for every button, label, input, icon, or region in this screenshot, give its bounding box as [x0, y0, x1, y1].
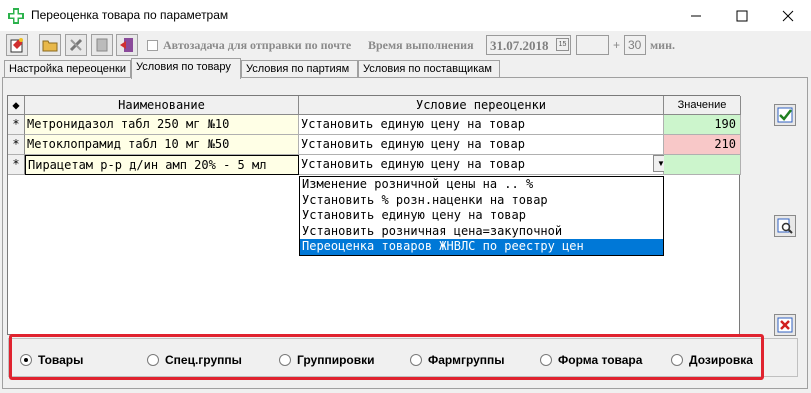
search-button[interactable]	[774, 215, 796, 237]
dropdown-option[interactable]: Установить розничная цена=закупочной	[300, 224, 663, 240]
maximize-icon	[736, 10, 748, 21]
delete-button[interactable]	[774, 314, 796, 336]
conditions-grid: ◆ Наименование Условие переоценки Значен…	[7, 95, 741, 335]
open-button[interactable]	[39, 34, 61, 56]
auto-task-checkbox[interactable]	[147, 40, 158, 51]
condition-combobox[interactable]: Установить единую цену на товар	[299, 155, 664, 175]
new-document-icon	[10, 38, 23, 53]
row-name[interactable]: Пирацетам р-р д/ин амп 20% - 5 мл	[25, 155, 299, 175]
calendar-icon[interactable]: 15	[556, 38, 569, 51]
condition-dropdown-list: Изменение розничной цены на .. % Установ…	[299, 176, 664, 256]
row-value[interactable]: 210	[664, 135, 741, 155]
row-condition[interactable]: Установить единую цену на товар	[299, 135, 664, 155]
exec-time-label: Время выполнения	[368, 38, 474, 52]
blank-button[interactable]	[91, 34, 113, 56]
apply-button[interactable]	[774, 104, 796, 126]
document-icon	[96, 38, 108, 52]
minimize-icon	[691, 15, 701, 16]
combobox-value: Установить единую цену на товар	[301, 157, 525, 171]
minutes-label: мин.	[650, 38, 676, 52]
dropdown-option[interactable]: Переоценка товаров ЖНВЛС по реестру цен	[300, 239, 663, 255]
toolbar: Автозадача для отправки по почте Время в…	[0, 31, 811, 59]
exit-button[interactable]	[116, 34, 138, 56]
row-marker[interactable]: *	[8, 115, 25, 135]
highlight-annotation	[9, 334, 764, 380]
minutes-field[interactable]: 30	[624, 35, 646, 55]
tab-supplier-conditions[interactable]: Условия по поставщикам	[358, 60, 500, 78]
close-button[interactable]	[765, 0, 811, 31]
hours-field[interactable]	[576, 35, 609, 55]
tab-strip: Настройка переоценки Условия по товару У…	[0, 58, 811, 79]
tab-product-conditions[interactable]: Условия по товару	[131, 58, 241, 79]
tools-icon	[69, 38, 83, 52]
window-title: Переоценка товара по параметрам	[31, 8, 229, 22]
row-marker[interactable]: *	[8, 155, 25, 175]
header-name[interactable]: Наименование	[25, 96, 299, 115]
delete-icon	[777, 317, 793, 333]
dropdown-option[interactable]: Установить единую цену на товар	[300, 208, 663, 224]
dropdown-option[interactable]: Установить % розн.наценки на товар	[300, 193, 663, 209]
exit-door-icon	[120, 38, 133, 52]
plus-label: +	[613, 38, 621, 52]
search-icon	[777, 218, 793, 234]
row-condition[interactable]: Установить единую цену на товар	[299, 115, 664, 135]
folder-icon	[42, 40, 58, 52]
maximize-button[interactable]	[719, 0, 765, 31]
header-value[interactable]: Значение	[664, 96, 741, 115]
grid-corner: ◆	[8, 96, 25, 115]
row-value[interactable]	[664, 155, 741, 175]
check-icon	[777, 107, 793, 123]
minimize-button[interactable]	[673, 0, 719, 31]
row-name[interactable]: Метронидазол табл 250 мг №10	[25, 115, 299, 135]
row-marker[interactable]: *	[8, 135, 25, 155]
tab-settings[interactable]: Настройка переоценки	[4, 60, 131, 78]
row-value[interactable]: 190	[664, 115, 741, 135]
auto-task-label: Автозадача для отправки по почте	[163, 38, 352, 52]
close-icon	[782, 10, 794, 21]
new-button[interactable]	[6, 34, 28, 56]
header-condition[interactable]: Условие переоценки	[299, 96, 664, 115]
tools-button[interactable]	[65, 34, 87, 56]
row-name[interactable]: Метоклопрамид табл 10 мг №50	[25, 135, 299, 155]
tab-batch-conditions[interactable]: Условия по партиям	[241, 60, 358, 78]
app-cross-icon	[8, 8, 24, 24]
title-bar: Переоценка товара по параметрам	[0, 0, 811, 31]
dropdown-option[interactable]: Изменение розничной цены на .. %	[300, 177, 663, 193]
